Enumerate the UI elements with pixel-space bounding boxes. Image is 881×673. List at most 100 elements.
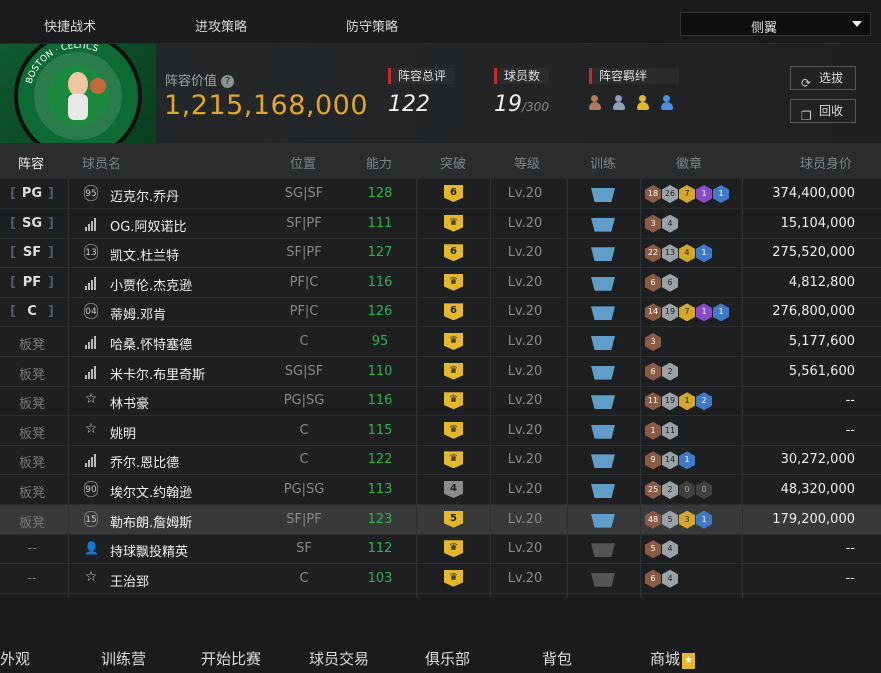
nav-player-trade[interactable]: 球员交易 bbox=[309, 648, 369, 669]
silver-bond-icon[interactable] bbox=[613, 94, 631, 112]
star-icon: ★ bbox=[682, 653, 696, 669]
table-row[interactable]: -- ☆ 王治郅 C 103 ♛ Lv.20 6 4 -- bbox=[0, 564, 881, 594]
jersey-number-icon: 15 bbox=[84, 510, 98, 527]
column-divider bbox=[416, 179, 417, 598]
player-name[interactable]: 乔尔.恩比德 bbox=[110, 452, 179, 471]
nav-training-camp[interactable]: 训练营 bbox=[101, 648, 146, 669]
training-icon[interactable] bbox=[591, 217, 615, 232]
header-level[interactable]: 等级 bbox=[514, 153, 540, 172]
header-ability[interactable]: 能力 bbox=[366, 153, 392, 172]
breakthrough-shield-icon: 6 bbox=[444, 244, 463, 262]
nav-start-game[interactable]: 开始比赛 bbox=[201, 648, 261, 669]
player-position: C bbox=[299, 452, 309, 468]
training-icon[interactable] bbox=[591, 336, 615, 350]
strategy-dropdown[interactable]: 侧翼 bbox=[680, 12, 871, 36]
player-name[interactable]: 埃尔文.约翰逊 bbox=[110, 482, 192, 501]
training-icon[interactable] bbox=[591, 424, 615, 439]
table-row[interactable]: 板凳 哈桑.怀特塞德 C 95 ♛ Lv.20 3 5,177,600 bbox=[0, 327, 881, 357]
table-row[interactable]: 板凳 90 埃尔文.约翰逊 PG|SG 113 4 Lv.20 25 2 0 0 48,320,000 bbox=[0, 475, 881, 505]
training-icon[interactable] bbox=[591, 484, 615, 498]
count-label: 球员数 bbox=[494, 68, 549, 84]
lineup-slot: -- bbox=[27, 541, 37, 557]
header-badges[interactable]: 徽章 bbox=[676, 153, 702, 172]
training-icon[interactable] bbox=[591, 395, 615, 410]
tab-quick-tactics[interactable]: 快捷战术 bbox=[44, 16, 96, 35]
training-icon[interactable] bbox=[591, 543, 615, 558]
header-position[interactable]: 位置 bbox=[290, 153, 316, 172]
player-value: 15,104,000 bbox=[780, 215, 855, 231]
table-row[interactable]: PG 95 迈克尔.乔丹 SG|SF 128 6 Lv.20 1826711 374,400,0… bbox=[0, 179, 881, 209]
help-icon[interactable]: ? bbox=[221, 75, 235, 88]
player-name[interactable]: 勒布朗.詹姆斯 bbox=[110, 512, 192, 531]
gold-bond-icon[interactable] bbox=[637, 94, 655, 112]
breakthrough-shield-icon: ♛ bbox=[444, 362, 463, 380]
top-nav: 快捷战术 进攻策略 防守策略 侧翼 bbox=[0, 0, 881, 44]
training-icon[interactable] bbox=[591, 572, 615, 587]
nav-backpack[interactable]: 背包 bbox=[542, 648, 572, 669]
table-row[interactable]: SF13凯文.杜兰特SF|PF1276Lv.20221341275,520,00… bbox=[0, 238, 881, 269]
player-name[interactable]: 哈桑.怀特塞德 bbox=[110, 334, 192, 353]
table-row[interactable]: SG OG.阿奴诺比 SF|PF 111 ♛ Lv.20 34 15,104,000 bbox=[0, 209, 881, 239]
table-row[interactable]: 板凳 ☆ 姚明 C 115 ♛ Lv.20 1 11 -- bbox=[0, 416, 881, 446]
table-row[interactable]: 板凳 米卡尔.布里奇斯 SG|SF 110 ♛ Lv.20 6 2 5,561,600 bbox=[0, 357, 881, 387]
player-ability: 113 bbox=[367, 482, 393, 497]
player-name[interactable]: 迈克尔.乔丹 bbox=[110, 186, 179, 205]
tab-offense-strategy[interactable]: 进攻策略 bbox=[195, 16, 247, 35]
table-row[interactable]: 板凳 ☆ 林书豪 PG|SG 116 ♛ Lv.20 11 19 1 2 -- bbox=[0, 386, 881, 417]
player-value: 276,800,000 bbox=[772, 304, 855, 320]
badge-list: 48 5 3 1 bbox=[645, 510, 712, 529]
badge-silver-icon: 19 bbox=[662, 392, 678, 411]
header-training[interactable]: 训练 bbox=[590, 153, 616, 172]
team-header: BOSTON · CELTICS 阵容价值? 1,215,168,000 阵容总… bbox=[0, 44, 881, 143]
tab-defense-strategy[interactable]: 防守策略 bbox=[346, 16, 398, 35]
player-name[interactable]: 凯文.杜兰特 bbox=[110, 245, 179, 264]
badge-bronze-icon: 5 bbox=[645, 540, 661, 559]
badge-silver-icon: 4 bbox=[662, 214, 678, 233]
table-row[interactable]: -- 👤 持球飘投精英 SF 112 ♛ Lv.20 5 4 -- bbox=[0, 534, 881, 565]
header-player-name[interactable]: 球员名 bbox=[82, 153, 121, 172]
header-lineup[interactable]: 阵容 bbox=[18, 153, 44, 172]
player-level: Lv.20 bbox=[507, 452, 543, 468]
jersey-number-icon: 13 bbox=[84, 244, 98, 261]
nav-shop[interactable]: 商城 ★ bbox=[650, 648, 696, 669]
badge-dark-icon: 0 bbox=[696, 481, 712, 499]
player-name[interactable]: 米卡尔.布里奇斯 bbox=[110, 364, 205, 383]
training-icon[interactable] bbox=[591, 188, 615, 202]
header-value[interactable]: 球员身价 bbox=[800, 153, 852, 172]
bronze-bond-icon[interactable] bbox=[589, 94, 607, 112]
badge-gold-icon: 1 bbox=[679, 392, 695, 411]
nav-appearance[interactable]: 外观 bbox=[0, 648, 30, 669]
rating-label: 阵容总评 bbox=[388, 68, 455, 84]
star-outline-icon: ☆ bbox=[84, 420, 98, 437]
player-position: PF|C bbox=[289, 274, 319, 290]
training-icon[interactable] bbox=[591, 365, 615, 380]
refresh-icon: ⟳ bbox=[801, 76, 812, 90]
header-breakthrough[interactable]: 突破 bbox=[440, 153, 466, 172]
table-row[interactable]: 板凳 15 勒布朗.詹姆斯 SF|PF 123 5 Lv.20 48 5 3 1 179,200,00… bbox=[0, 504, 881, 535]
player-name[interactable]: 持球飘投精英 bbox=[110, 541, 188, 560]
player-name[interactable]: 王治郅 bbox=[110, 571, 149, 590]
player-name[interactable]: 小贾伦.杰克逊 bbox=[110, 275, 192, 294]
table-row[interactable]: C 04 蒂姆.邓肯 PF|C 126 6 Lv.20 1419711 276,800,000 bbox=[0, 297, 881, 328]
training-icon[interactable] bbox=[591, 247, 615, 262]
nav-club[interactable]: 俱乐部 bbox=[425, 648, 470, 669]
training-icon[interactable] bbox=[591, 276, 615, 291]
badge-silver-icon: 6 bbox=[662, 273, 678, 292]
recycle-button[interactable]: ❐ 回收 bbox=[790, 99, 856, 123]
training-icon[interactable] bbox=[591, 306, 615, 321]
player-name[interactable]: 蒂姆.邓肯 bbox=[110, 304, 166, 323]
player-position: PG|SG bbox=[283, 393, 325, 409]
player-value: -- bbox=[845, 422, 855, 438]
player-name[interactable]: 姚明 bbox=[110, 423, 136, 442]
lineup-slot: PG bbox=[10, 186, 54, 201]
training-icon[interactable] bbox=[591, 513, 615, 528]
blue-bond-icon[interactable] bbox=[661, 94, 679, 112]
table-row[interactable]: PF 小贾伦.杰克逊 PF|C 116 ♛ Lv.20 66 4,812,800 bbox=[0, 268, 881, 298]
column-divider bbox=[68, 179, 69, 598]
table-row[interactable]: 板凳 乔尔.恩比德 C 122 ♛ Lv.20 9 14 1 30,272,000 bbox=[0, 445, 881, 476]
badge-list: 14 19 7 1 1 bbox=[645, 303, 729, 322]
select-button[interactable]: ⟳ 选拔 bbox=[790, 66, 856, 90]
player-name[interactable]: 林书豪 bbox=[110, 393, 149, 412]
training-icon[interactable] bbox=[591, 454, 615, 469]
player-name[interactable]: OG.阿奴诺比 bbox=[110, 216, 186, 235]
